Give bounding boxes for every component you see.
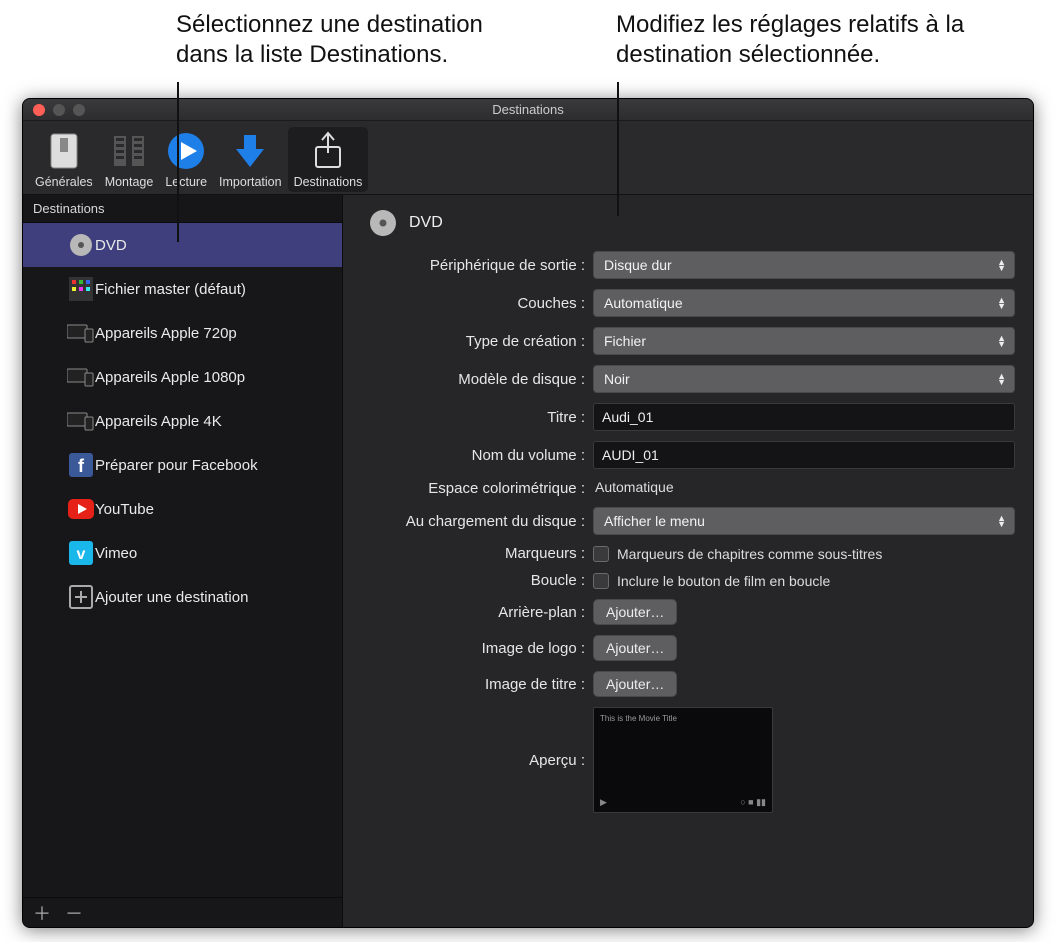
value-color-space: Automatique xyxy=(593,479,674,495)
plus-box-icon xyxy=(67,583,95,611)
disc-icon xyxy=(369,209,397,237)
callout-left: Sélectionnez une destination dans la lis… xyxy=(176,10,536,70)
play-icon xyxy=(166,129,206,173)
label-background: Arrière-plan : xyxy=(361,604,593,621)
tab-montage[interactable]: Montage xyxy=(99,127,160,192)
select-build-type[interactable]: Fichier ▲▼ xyxy=(593,327,1015,355)
select-value: Automatique xyxy=(604,295,683,311)
callout-line-left xyxy=(177,82,179,242)
select-output-device[interactable]: Disque dur ▲▼ xyxy=(593,251,1015,279)
tab-destinations[interactable]: Destinations xyxy=(288,127,369,192)
label-volume-name: Nom du volume : xyxy=(361,447,593,464)
destinations-list: DVD Fichier master (défaut) Appareils Ap… xyxy=(23,223,342,897)
checkbox-markers-label: Marqueurs de chapitres comme sous-titres xyxy=(617,546,882,562)
callout-line-right xyxy=(617,82,619,216)
label-on-load: Au chargement du disque : xyxy=(361,513,593,530)
label-color-space: Espace colorimétrique : xyxy=(361,480,593,497)
detail-title: DVD xyxy=(409,214,443,232)
checkbox-markers[interactable] xyxy=(593,546,609,562)
tab-importation[interactable]: Importation xyxy=(213,127,288,192)
tab-label: Générales xyxy=(35,175,93,189)
tab-label: Lecture xyxy=(165,175,207,189)
download-arrow-icon xyxy=(230,129,270,173)
preferences-toolbar: Générales Montage Lecture Importation De… xyxy=(23,121,1033,195)
tab-label: Montage xyxy=(105,175,154,189)
remove-destination-button[interactable]: － xyxy=(65,900,83,926)
label-markers: Marqueurs : xyxy=(361,545,593,562)
chevron-updown-icon: ▲▼ xyxy=(997,335,1006,347)
tab-label: Destinations xyxy=(294,175,363,189)
vimeo-icon: v xyxy=(67,539,95,567)
sidebar-footer: ＋ － xyxy=(23,897,342,927)
destination-item-dvd[interactable]: DVD xyxy=(23,223,342,267)
select-disc-template[interactable]: Noir ▲▼ xyxy=(593,365,1015,393)
chevron-updown-icon: ▲▼ xyxy=(997,259,1006,271)
tab-generales[interactable]: Générales xyxy=(29,127,99,192)
sidebar-header: Destinations xyxy=(23,195,342,223)
input-volume-name[interactable] xyxy=(593,441,1015,469)
destination-item-youtube[interactable]: YouTube xyxy=(23,487,342,531)
detail-pane: DVD Périphérique de sortie : Disque dur … xyxy=(343,195,1033,927)
select-value: Noir xyxy=(604,371,630,387)
chevron-updown-icon: ▲▼ xyxy=(997,515,1006,527)
label-build-type: Type de création : xyxy=(361,333,593,350)
tab-lecture[interactable]: Lecture xyxy=(159,127,213,192)
select-value: Disque dur xyxy=(604,257,672,273)
tab-label: Importation xyxy=(219,175,282,189)
add-destination-button[interactable]: ＋ xyxy=(33,900,51,926)
destination-item-add[interactable]: Ajouter une destination xyxy=(23,575,342,619)
switch-icon xyxy=(49,129,79,173)
filmstrip-icon xyxy=(110,129,148,173)
disc-icon xyxy=(67,231,95,259)
button-add-title-image[interactable]: Ajouter… xyxy=(593,671,677,697)
misc-icons: ○ ■ ▮▮ xyxy=(740,797,766,808)
filmstrip-color-icon xyxy=(67,275,95,303)
label-layers: Couches : xyxy=(361,295,593,312)
destination-item-facebook[interactable]: f Préparer pour Facebook xyxy=(23,443,342,487)
devices-icon xyxy=(67,407,95,435)
destination-item-720p[interactable]: Appareils Apple 720p xyxy=(23,311,342,355)
label-title: Titre : xyxy=(361,409,593,426)
label-output-device: Périphérique de sortie : xyxy=(361,257,593,274)
svg-text:f: f xyxy=(78,456,85,476)
facebook-icon: f xyxy=(67,451,95,479)
destination-item-master[interactable]: Fichier master (défaut) xyxy=(23,267,342,311)
share-icon xyxy=(310,129,346,173)
select-value: Afficher le menu xyxy=(604,513,705,529)
destination-item-vimeo[interactable]: v Vimeo xyxy=(23,531,342,575)
label-loop: Boucle : xyxy=(361,572,593,589)
preview-text: This is the Movie Title xyxy=(600,714,677,723)
label-disc-template: Modèle de disque : xyxy=(361,371,593,388)
button-add-logo[interactable]: Ajouter… xyxy=(593,635,677,661)
preferences-window: Destinations Générales Montage Lecture I… xyxy=(22,98,1034,928)
label-title-image: Image de titre : xyxy=(361,676,593,693)
chevron-updown-icon: ▲▼ xyxy=(997,373,1006,385)
preview-thumbnail: This is the Movie Title ▶ ○ ■ ▮▮ xyxy=(593,707,773,813)
destinations-sidebar: Destinations DVD Fichier master (défaut) xyxy=(23,195,343,927)
svg-text:v: v xyxy=(77,546,86,563)
label-preview: Aperçu : xyxy=(361,752,593,769)
preview-controls: ▶ ○ ■ ▮▮ xyxy=(600,797,766,808)
destination-item-1080p[interactable]: Appareils Apple 1080p xyxy=(23,355,342,399)
play-small-icon: ▶ xyxy=(600,797,607,808)
select-value: Fichier xyxy=(604,333,646,349)
callout-right: Modifiez les réglages relatifs à la dest… xyxy=(616,10,1036,70)
input-title[interactable] xyxy=(593,403,1015,431)
checkbox-loop-label: Inclure le bouton de film en boucle xyxy=(617,573,830,589)
chevron-updown-icon: ▲▼ xyxy=(997,297,1006,309)
devices-icon xyxy=(67,363,95,391)
button-add-background[interactable]: Ajouter… xyxy=(593,599,677,625)
destination-item-4k[interactable]: Appareils Apple 4K xyxy=(23,399,342,443)
select-on-load[interactable]: Afficher le menu ▲▼ xyxy=(593,507,1015,535)
devices-icon xyxy=(67,319,95,347)
label-logo-image: Image de logo : xyxy=(361,640,593,657)
youtube-icon xyxy=(67,495,95,523)
checkbox-loop[interactable] xyxy=(593,573,609,589)
select-layers[interactable]: Automatique ▲▼ xyxy=(593,289,1015,317)
